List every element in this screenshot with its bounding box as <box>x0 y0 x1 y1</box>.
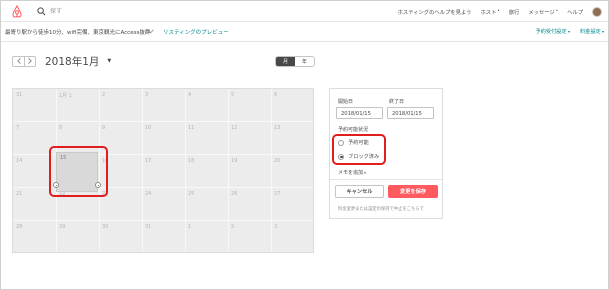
calendar-day[interactable]: 24 <box>145 191 151 197</box>
calendar-day[interactable]: 10 <box>145 125 151 131</box>
calendar-day[interactable]: 31 <box>16 92 22 98</box>
calendar-day[interactable]: 16 <box>102 158 108 164</box>
trips-link[interactable]: 旅行 <box>509 8 520 16</box>
calendar-day[interactable]: 29 <box>59 224 65 230</box>
grid-line <box>13 220 313 221</box>
month-title[interactable]: 2018年1月 <box>45 54 99 69</box>
settings-links: 予約受付設定 料金設定 <box>536 28 604 35</box>
chevron-right-icon <box>28 58 32 64</box>
cancel-button[interactable]: キャンセル <box>335 185 384 198</box>
listing-preview-link[interactable]: リスティングのプレビュー <box>163 28 229 36</box>
end-date-label: 終了日 <box>389 99 405 105</box>
chevron-down-icon[interactable] <box>147 29 154 34</box>
host-help-link[interactable]: ホスティングのヘルプを見よう <box>398 8 472 16</box>
next-month-button[interactable] <box>24 56 35 66</box>
grid-line <box>185 89 186 252</box>
listing-subnav: 最寄り駅から徒歩10分、wifi完備、東京観光にAccess抜群 リスティングの… <box>1 22 608 42</box>
calendar-day[interactable]: 30 <box>102 224 108 230</box>
calendar-day[interactable]: 5 <box>231 92 234 98</box>
radio-available[interactable]: 予約可能 <box>338 139 369 146</box>
top-nav: 探す ホスティングのヘルプを見よう ホスト 旅行 メッセージ ヘルプ <box>1 1 608 22</box>
calendar-day[interactable]: 3 <box>145 92 148 98</box>
save-button[interactable]: 変更を保存 <box>388 185 438 198</box>
nav-links: ホスティングのヘルプを見よう ホスト 旅行 メッセージ ヘルプ <box>398 1 602 22</box>
radio-button[interactable] <box>338 139 344 146</box>
airbnb-logo-icon[interactable] <box>11 5 23 18</box>
grid-line <box>99 89 100 252</box>
calendar-day[interactable]: 9 <box>102 125 105 131</box>
radio-blocked[interactable]: ブロック済み <box>338 153 379 160</box>
booking-settings-link[interactable]: 予約受付設定 <box>536 28 570 35</box>
host-menu[interactable]: ホスト <box>480 8 499 16</box>
calendar-day[interactable]: 6 <box>274 92 277 98</box>
calendar-day[interactable]: 28 <box>16 224 22 230</box>
view-toggle: 月 年 <box>275 56 315 67</box>
calendar-day[interactable]: 2 <box>231 224 234 230</box>
messages-link[interactable]: メッセージ <box>528 8 558 16</box>
grid-line <box>228 89 229 252</box>
listing-selector[interactable]: 最寄り駅から徒歩10分、wifi完備、東京観光にAccess抜群 <box>5 28 150 36</box>
radio-available-label: 予約可能 <box>348 140 369 146</box>
calendar-day[interactable]: 17 <box>145 158 151 164</box>
start-date-field[interactable]: 2018/01/15 <box>336 107 383 119</box>
start-date-label: 開始日 <box>338 99 354 105</box>
radio-button-selected[interactable] <box>338 153 344 160</box>
calendar-day[interactable]: 7 <box>16 125 19 131</box>
availability-panel: 開始日 終了日 2018/01/15 2018/01/15 予約可能状況 予約可… <box>329 88 443 219</box>
help-link[interactable]: ヘルプ <box>567 8 583 16</box>
grid-line <box>142 89 143 252</box>
grid-line <box>271 89 272 252</box>
calendar-day[interactable]: 3 <box>274 224 277 230</box>
calendar-day[interactable]: 21 <box>16 191 22 197</box>
calendar-day[interactable]: 25 <box>188 191 194 197</box>
calendar-day[interactable]: 8 <box>59 125 62 131</box>
calendar-day[interactable]: 1月 1 <box>59 92 72 99</box>
panel-note: 料金変更または設定の保持で中止をこちらで <box>338 207 424 212</box>
end-date-field[interactable]: 2018/01/15 <box>387 107 434 119</box>
prev-month-button[interactable] <box>13 57 24 66</box>
add-memo-link[interactable]: メモを追加 <box>338 169 366 176</box>
divider <box>330 179 442 180</box>
grid-line <box>13 121 313 122</box>
search-input[interactable]: 探す <box>50 6 62 15</box>
month-navigation <box>12 55 36 67</box>
month-header: 2018年1月 ▼ <box>12 54 111 68</box>
calendar-day[interactable]: 26 <box>231 191 237 197</box>
calendar-day[interactable]: 18 <box>188 158 194 164</box>
chevron-left-icon <box>16 58 21 64</box>
month-dropdown-caret-icon[interactable]: ▼ <box>107 58 111 64</box>
month-view-button[interactable]: 月 <box>276 57 295 66</box>
calendar-day[interactable]: 12 <box>231 125 237 131</box>
availability-label: 予約可能状況 <box>338 127 369 133</box>
year-view-button[interactable]: 年 <box>295 57 314 66</box>
calendar-day[interactable]: 4 <box>188 92 191 98</box>
calendar-day[interactable]: 19 <box>231 158 237 164</box>
calendar-day[interactable]: 31 <box>145 224 151 230</box>
calendar-day[interactable]: 13 <box>274 125 280 131</box>
pricing-settings-link[interactable]: 料金設定 <box>580 28 604 35</box>
search-icon <box>37 7 46 16</box>
calendar-day[interactable]: 11 <box>188 125 194 131</box>
selected-day-number: 15 <box>60 155 67 161</box>
radio-blocked-label: ブロック済み <box>348 154 380 160</box>
calendar-day[interactable]: 1 <box>188 224 191 230</box>
calendar-day[interactable]: 2 <box>102 92 105 98</box>
avatar[interactable] <box>592 6 602 17</box>
range-end-handle[interactable] <box>95 182 101 188</box>
range-start-handle[interactable] <box>53 182 59 188</box>
selected-day-cell[interactable]: 15 <box>53 152 101 192</box>
calendar-day[interactable]: 27 <box>274 191 280 197</box>
calendar-day[interactable]: 23 <box>102 191 108 197</box>
calendar-day[interactable]: 20 <box>274 158 280 164</box>
calendar-day[interactable]: 14 <box>16 158 22 164</box>
